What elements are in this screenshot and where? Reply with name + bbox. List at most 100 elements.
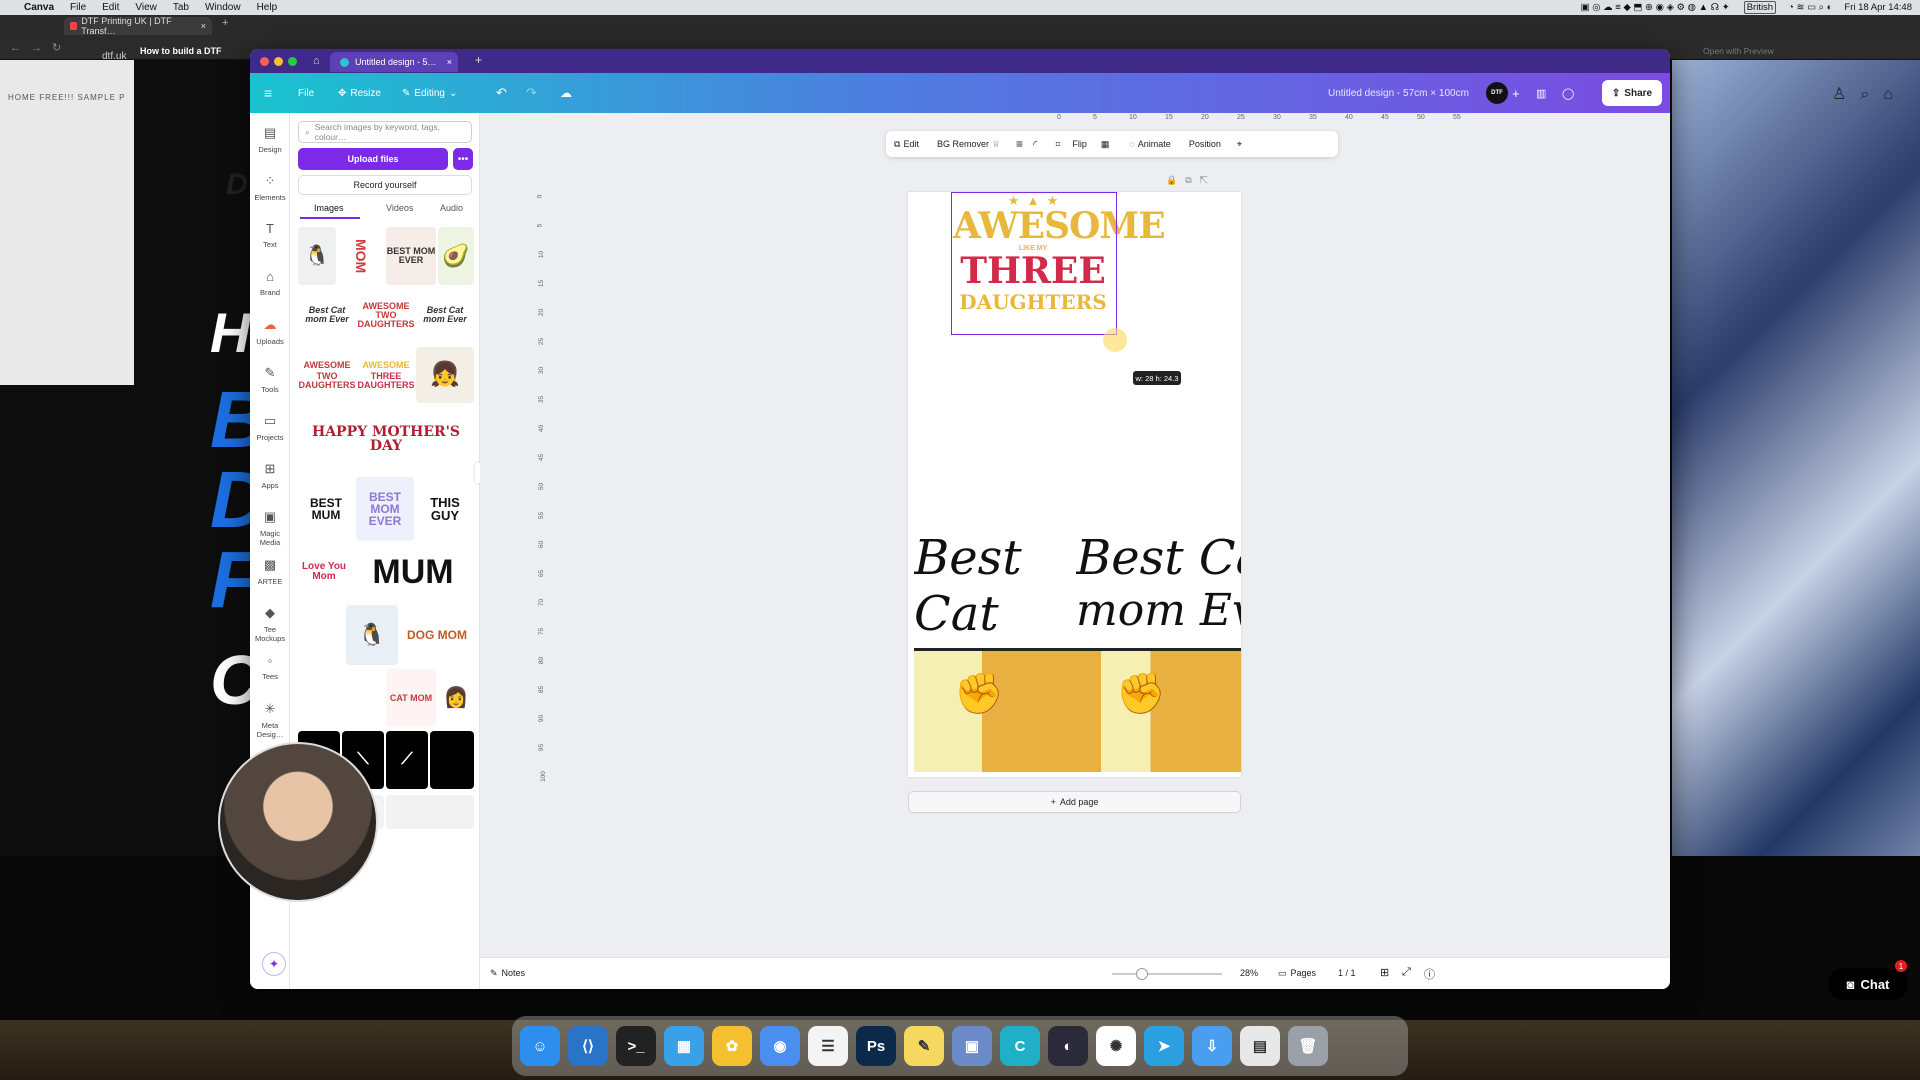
magic-sparkle-icon[interactable]: ✦ xyxy=(262,952,286,976)
upload-files-button[interactable]: Upload files xyxy=(298,148,448,170)
thumb-penguin-hug[interactable]: 🐧 xyxy=(346,605,398,665)
zoom-level[interactable]: 28% xyxy=(1240,968,1258,978)
animate-button[interactable]: ◌ Animate xyxy=(1129,139,1170,149)
dock-downloads-icon[interactable]: ⇩ xyxy=(1192,1026,1232,1066)
thumb-black-4[interactable] xyxy=(430,731,474,789)
comment-icon[interactable]: ◯ xyxy=(1562,73,1574,113)
add-collaborator-icon[interactable]: + xyxy=(1512,73,1520,113)
nav-buttons-icon[interactable]: ←→↻ xyxy=(10,41,71,54)
undo-icon[interactable]: ↶ xyxy=(496,73,507,113)
dock-canva-icon[interactable]: C xyxy=(1000,1026,1040,1066)
rail-item-projects[interactable]: ▭ Projects xyxy=(250,413,290,442)
tab-videos[interactable]: Videos xyxy=(386,203,413,213)
dock-photos-icon[interactable]: ✿ xyxy=(712,1026,752,1066)
window-close-icon[interactable] xyxy=(260,56,269,66)
best-cat-mom-graphic[interactable]: Best Cat mom Ever ✊ xyxy=(914,530,1084,772)
site-header-icons[interactable]: ♙⌕⌂ xyxy=(1832,84,1907,104)
thumb-mom-words[interactable]: MOM xyxy=(338,227,384,285)
thumb-dog-mom[interactable]: DOG MOM xyxy=(400,605,474,665)
best-cat-mom-graphic-2[interactable]: Best Cat mom Ever ✊ xyxy=(1076,530,1241,772)
rail-item-tees[interactable]: ◦ Tees xyxy=(250,653,290,681)
thumb-avocado[interactable]: 🥑 xyxy=(438,227,474,285)
file-menu[interactable]: File xyxy=(298,73,314,113)
edit-button[interactable]: ⧉ Edit xyxy=(894,139,919,150)
zoom-slider-thumb[interactable] xyxy=(1136,968,1148,980)
insights-icon[interactable]: ▥ xyxy=(1536,73,1546,113)
menubar-clock[interactable]: Fri 18 Apr 14:48 xyxy=(1844,2,1912,13)
thumb-white-2[interactable] xyxy=(386,795,474,829)
thumb-awesome-two-daughters[interactable]: AWESOME TWO DAUGHTERS xyxy=(358,287,414,343)
tab-close-icon[interactable]: × xyxy=(201,21,206,31)
dock-finder-icon[interactable]: ☺ xyxy=(520,1026,560,1066)
cloud-save-icon[interactable]: ☁ xyxy=(560,73,572,113)
add-page-button[interactable]: + Add page xyxy=(908,791,1241,813)
menu-file[interactable]: File xyxy=(70,2,86,13)
rail-item-artee[interactable]: ▩ ARTEE xyxy=(250,557,290,586)
browser-tab[interactable]: DTF Printing UK | DTF Transf… × xyxy=(64,16,212,36)
avatar[interactable]: DTF xyxy=(1486,82,1508,104)
dock-vs-code-icon[interactable]: ⟨⟩ xyxy=(568,1026,608,1066)
canva-tab-close-icon[interactable]: × xyxy=(447,57,452,67)
transparency-icon[interactable]: ▦ xyxy=(1101,139,1110,150)
dock-chatgpt-icon[interactable]: ✺ xyxy=(1096,1026,1136,1066)
bookmark-link[interactable]: How to build a DTF xyxy=(140,46,222,56)
dock-terminal-icon[interactable]: >_ xyxy=(616,1026,656,1066)
menu-app-name[interactable]: Canva xyxy=(24,2,54,13)
bg-remover-button[interactable]: BG Remover ♕ xyxy=(937,139,1000,150)
dock-calendar-icon[interactable]: ▦ xyxy=(664,1026,704,1066)
rail-item-uploads[interactable]: ☁ Uploads xyxy=(250,317,290,346)
dock-reminders-icon[interactable]: ☰ xyxy=(808,1026,848,1066)
rail-item-design[interactable]: ▤ Design xyxy=(250,125,290,154)
thumb-best-cat-mom[interactable]: Best Cat mom Ever xyxy=(298,287,356,343)
dock-trash-icon[interactable]: 🗑 xyxy=(1288,1026,1328,1066)
rail-item-tee-mockups[interactable]: ◆ Tee Mockups xyxy=(250,605,290,643)
redo-icon[interactable]: ↷ xyxy=(526,73,537,113)
notes-button[interactable]: ✎ Notes xyxy=(490,968,525,979)
thumb-penguin[interactable]: 🐧 xyxy=(298,227,336,285)
search-input[interactable]: ⌕ Search images by keyword, tags, colour… xyxy=(298,121,472,143)
thumb-awesome-three-daughters[interactable]: AWESOME THREE DAUGHTERS xyxy=(358,347,414,403)
rail-item-meta-desig[interactable]: ✳ Meta Desig… xyxy=(250,701,290,739)
menu-help[interactable]: Help xyxy=(257,2,278,13)
document-title[interactable]: Untitled design - 57cm × 100cm xyxy=(1328,73,1469,113)
page-actions-icons[interactable]: 🔒⧉⇱ xyxy=(1166,175,1216,186)
flip-button[interactable]: Flip xyxy=(1072,139,1087,149)
editing-mode-dropdown[interactable]: ✎ Editing ⌄ xyxy=(402,73,457,113)
thumb-best-mum[interactable]: BEST MUM xyxy=(298,477,354,541)
dock-notes-icon[interactable]: ✎ xyxy=(904,1026,944,1066)
input-source[interactable]: British xyxy=(1743,1,1777,14)
resize-button[interactable]: ✥ Resize xyxy=(338,73,381,113)
main-menu-icon[interactable]: ≡ xyxy=(264,73,272,113)
menu-window[interactable]: Window xyxy=(205,2,241,13)
canva-new-tab-icon[interactable]: + xyxy=(475,53,482,67)
dock-telegram-icon[interactable]: ➤ xyxy=(1144,1026,1184,1066)
grid-view-icon[interactable]: ⊞ xyxy=(1380,966,1389,979)
selection-box[interactable] xyxy=(951,192,1117,335)
fullscreen-icon[interactable]: ⤢ xyxy=(1402,966,1411,979)
thumb-dinosaur-mom[interactable]: BEST MOM EVER xyxy=(386,227,436,285)
dock-preview-icon[interactable]: ▣ xyxy=(952,1026,992,1066)
thumb-girls-badge[interactable]: 👧 xyxy=(416,347,474,403)
thumb-awesome-daughters[interactable]: AWESOME TWO DAUGHTERS xyxy=(298,347,356,403)
tab-audio[interactable]: Audio xyxy=(440,203,463,213)
align-icon[interactable]: ≡ xyxy=(1016,137,1023,151)
thumb-woman-cats[interactable]: 👩 xyxy=(438,669,474,727)
open-with-preview[interactable]: Open with Preview xyxy=(1703,46,1774,56)
tab-images[interactable]: Images xyxy=(314,203,344,213)
record-yourself-button[interactable]: Record yourself xyxy=(298,175,472,195)
thumb-cat-mom[interactable]: CAT MOM xyxy=(386,669,436,727)
rail-item-magic-media[interactable]: ▣ Magic Media xyxy=(250,509,290,547)
thumb-this-guy[interactable]: THIS GUY xyxy=(416,477,474,541)
help-icon[interactable]: ⓘ xyxy=(1424,966,1435,982)
canva-tab[interactable]: Untitled design - 5… × xyxy=(330,52,458,72)
position-button[interactable]: Position xyxy=(1189,139,1221,149)
window-minimize-icon[interactable] xyxy=(274,56,283,66)
chat-button[interactable]: ◙ Chat xyxy=(1828,968,1908,1000)
wifi-icon[interactable]: ◔ ≋ ▭ ⌕ ◐ xyxy=(1788,2,1832,13)
new-tab-icon[interactable]: + xyxy=(222,17,228,29)
thumb-best-cat-mom-2[interactable]: Best Cat mom Ever xyxy=(416,287,474,343)
dock-ps-icon[interactable]: Ps xyxy=(856,1026,896,1066)
thumb-black-3[interactable]: ⟋ xyxy=(386,731,428,789)
thumb-best-mom-ever[interactable]: BEST MOM EVER xyxy=(356,477,414,541)
menu-view[interactable]: View xyxy=(135,2,157,13)
